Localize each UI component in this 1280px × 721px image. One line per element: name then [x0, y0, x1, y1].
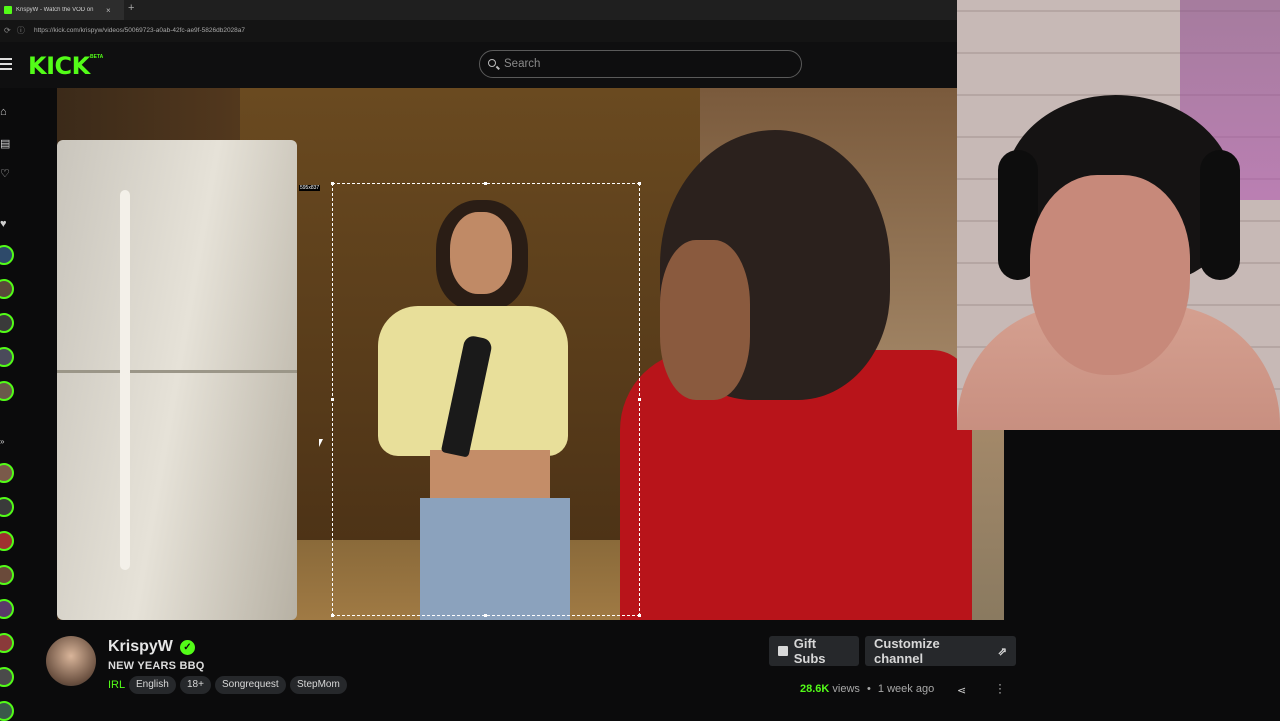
browser-tab-bar — [0, 0, 957, 20]
gift-subs-button[interactable]: Gift Subs — [769, 636, 859, 666]
new-tab-button[interactable]: + — [128, 2, 134, 14]
search-icon — [488, 59, 496, 67]
selection-handle[interactable] — [331, 398, 334, 401]
selection-handle[interactable] — [638, 182, 641, 185]
close-tab-icon[interactable]: × — [106, 6, 111, 15]
browser-tab-title: KrispyW - Watch the VOD on — [16, 7, 94, 13]
tag-chip[interactable]: Songrequest — [215, 676, 286, 694]
video-frame-fridge-handle — [120, 190, 130, 570]
left-sidebar — [0, 88, 24, 720]
gift-subs-label: Gift Subs — [793, 636, 826, 666]
browse-icon[interactable]: ▤ — [0, 138, 12, 150]
kick-logo[interactable]: KICK — [28, 52, 90, 80]
gift-icon — [778, 646, 788, 656]
webcam-headset-right — [1200, 150, 1240, 280]
search-placeholder[interactable]: Search — [504, 58, 540, 70]
views-label: views — [832, 683, 860, 695]
stream-title: NEW YEARS BBQ — [108, 660, 205, 672]
browser-tab[interactable]: KrispyW - Watch the VOD on × — [0, 0, 124, 20]
selection-handle[interactable] — [638, 398, 641, 401]
video-frame-man-face — [660, 240, 750, 400]
channel-avatar[interactable] — [46, 636, 96, 686]
share-icon[interactable]: ⋖ — [957, 684, 966, 697]
kick-favicon-icon — [4, 6, 12, 14]
video-stats: 28.6K views • 1 week ago — [800, 683, 934, 695]
webcam-person-face — [1030, 175, 1190, 375]
selection-handle[interactable] — [484, 182, 487, 185]
channel-name[interactable]: KrispyW — [108, 638, 173, 656]
video-frame-fridge — [57, 140, 297, 620]
selection-size-label: 595x837 — [299, 185, 321, 191]
customize-channel-label: Customize channel — [874, 636, 940, 666]
customize-channel-button[interactable]: Customize channel ⇗ — [865, 636, 1016, 666]
tag-chip[interactable]: StepMom — [290, 676, 347, 694]
views-count: 28.6K — [800, 683, 830, 695]
home-icon[interactable]: ⌂ — [0, 106, 12, 118]
url-text[interactable]: https://kick.com/krispyw/videos/50069723… — [34, 27, 245, 34]
stats-separator: • — [867, 683, 871, 695]
following-icon[interactable]: ♡ — [0, 168, 12, 180]
beta-badge: BETA — [90, 54, 104, 60]
verified-badge-icon: ✓ — [180, 640, 195, 655]
reload-icon[interactable]: ⟳ ⓘ — [4, 25, 27, 36]
selection-handle[interactable] — [331, 614, 334, 617]
tag-chip[interactable]: 18+ — [180, 676, 211, 694]
video-frame-fridge-seam — [57, 370, 297, 373]
tag-chip[interactable]: English — [129, 676, 176, 694]
selection-handle[interactable] — [638, 614, 641, 617]
more-options-icon[interactable]: · · · — [997, 678, 1003, 698]
heart-icon: ♥ — [0, 218, 7, 230]
selection-handle[interactable] — [331, 182, 334, 185]
expand-sidebar-icon[interactable]: » — [0, 436, 12, 448]
mouse-cursor-icon — [319, 439, 323, 447]
category-link[interactable]: IRL — [108, 679, 125, 691]
external-link-icon: ⇗ — [997, 645, 1007, 658]
upload-age: 1 week ago — [877, 683, 935, 695]
selection-marquee[interactable] — [332, 183, 640, 616]
menu-icon[interactable] — [0, 58, 12, 70]
selection-handle[interactable] — [484, 614, 487, 617]
